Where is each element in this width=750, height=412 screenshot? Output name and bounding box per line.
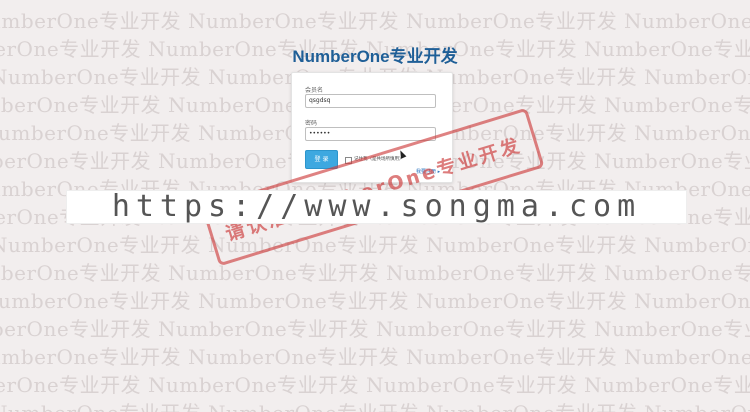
password-label: 密码: [305, 120, 318, 127]
watermark-row: NumberOne专业开发 NumberOne专业开发 NumberOne专业开…: [0, 289, 750, 313]
url-banner: https://www.songma.com: [66, 190, 687, 224]
watermark-row: NumberOne专业开发 NumberOne专业开发 NumberOne专业开…: [0, 233, 750, 257]
watermark-row: NumberOne专业开发 NumberOne专业开发 NumberOne专业开…: [0, 261, 750, 285]
url-banner-text: https://www.songma.com: [111, 189, 642, 224]
watermark-row: NumberOne专业开发 NumberOne专业开发 NumberOne专业开…: [0, 345, 750, 369]
watermark-row: NumberOne专业开发 NumberOne专业开发 NumberOne专业开…: [0, 317, 750, 341]
page-title: NumberOne专业开发: [292, 47, 458, 66]
watermark-row: NumberOne专业开发 NumberOne专业开发 NumberOne专业开…: [0, 9, 750, 33]
username-label: 会员名: [305, 87, 324, 94]
watermark-row: NumberOne专业开发 NumberOne专业开发 NumberOne专业开…: [0, 397, 750, 412]
password-input[interactable]: ••••••: [305, 127, 436, 141]
watermark-row: NumberOne专业开发 NumberOne专业开发 NumberOne专业开…: [0, 373, 750, 397]
username-input[interactable]: qsgdsq: [305, 94, 436, 108]
